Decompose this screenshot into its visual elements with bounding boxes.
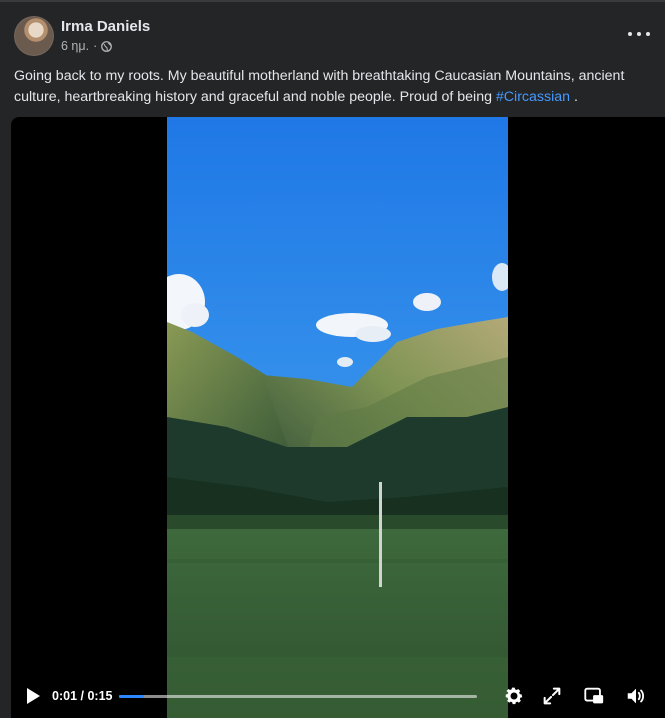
gear-icon[interactable] bbox=[503, 685, 525, 707]
progress-bar[interactable] bbox=[119, 695, 477, 698]
duration: 0:15 bbox=[87, 689, 113, 703]
post-time[interactable]: 6 ημ. bbox=[61, 39, 89, 53]
post-meta: 6 ημ. · bbox=[61, 39, 113, 53]
video-frame bbox=[167, 117, 508, 718]
volume-icon[interactable] bbox=[625, 685, 647, 707]
play-icon[interactable] bbox=[25, 687, 41, 705]
picture-in-picture-icon[interactable] bbox=[583, 685, 605, 707]
expand-icon[interactable] bbox=[541, 685, 563, 707]
facebook-post: Irma Daniels 6 ημ. · Going back to my ro… bbox=[0, 0, 665, 718]
more-options-button[interactable] bbox=[628, 26, 650, 42]
current-time: 0:01 bbox=[52, 689, 78, 703]
post-text: Going back to my roots. My beautiful mot… bbox=[14, 66, 662, 108]
progress-fill bbox=[119, 695, 145, 698]
hashtag-link[interactable]: #Circassian bbox=[496, 89, 570, 105]
globe-icon bbox=[101, 40, 113, 52]
avatar[interactable] bbox=[14, 16, 54, 56]
video-time: 0:01 / 0:15 bbox=[52, 689, 112, 703]
more-dot-icon bbox=[628, 32, 632, 36]
more-dot-icon bbox=[637, 32, 641, 36]
author-name[interactable]: Irma Daniels bbox=[61, 18, 150, 35]
video-controls: 0:01 / 0:15 bbox=[11, 674, 665, 718]
post-text-end: . bbox=[570, 89, 578, 105]
more-dot-icon bbox=[646, 32, 650, 36]
meta-separator: · bbox=[93, 39, 98, 53]
time-separator: / bbox=[77, 689, 88, 703]
post-header: Irma Daniels 6 ημ. · bbox=[14, 16, 654, 60]
video-player[interactable]: 0:01 / 0:15 bbox=[11, 117, 665, 718]
